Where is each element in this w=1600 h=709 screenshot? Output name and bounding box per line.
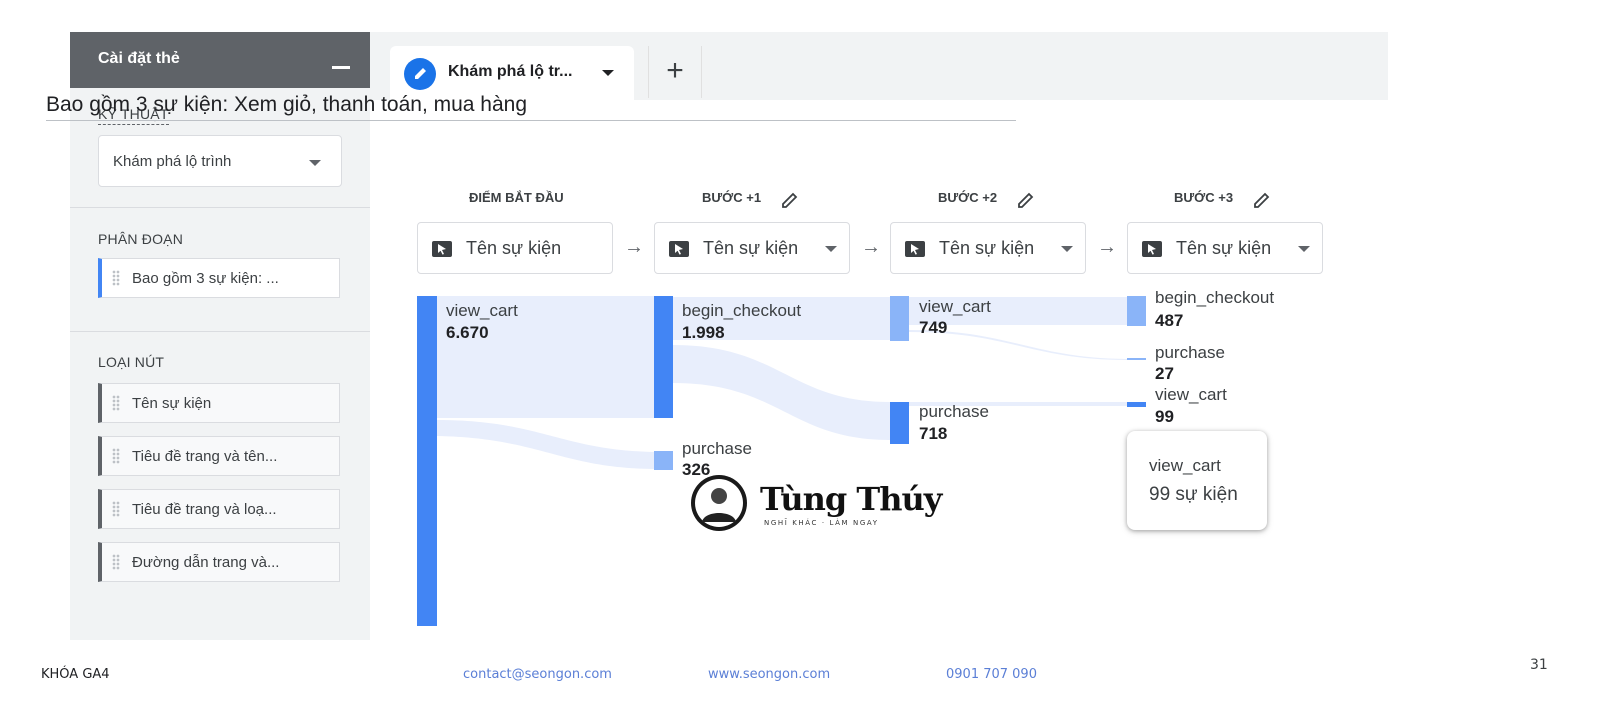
node-name: purchase: [919, 402, 989, 421]
footer-phone: 0901 707 090: [946, 667, 1037, 682]
tooltip-value: 99 sự kiện: [1149, 484, 1238, 505]
node-bar[interactable]: [1127, 358, 1146, 360]
path-flow-diagram: [417, 296, 1146, 626]
flow-band: [673, 345, 890, 440]
node-bar[interactable]: [417, 296, 437, 626]
node-value: 487: [1155, 311, 1184, 330]
node-bar[interactable]: [654, 296, 673, 418]
flow-band: [437, 420, 654, 469]
node-tooltip: view_cart 99 sự kiện: [1127, 431, 1267, 530]
node-bar[interactable]: [890, 296, 909, 341]
node-name: begin_checkout: [682, 301, 802, 320]
node-name: begin_checkout: [1155, 288, 1275, 307]
node-bar[interactable]: [1127, 296, 1146, 326]
node-value: 749: [919, 318, 948, 337]
node-value: 27: [1155, 364, 1174, 383]
logo-tagline: NGHĨ KHÁC · LÀM NGAY: [764, 519, 879, 527]
node-value: 99: [1155, 407, 1174, 426]
logo: Tùng Thúy: [760, 480, 942, 518]
node-bar[interactable]: [890, 402, 909, 444]
node-name: view_cart: [446, 301, 518, 320]
node-name: purchase: [682, 439, 752, 458]
node-name: view_cart: [1155, 385, 1227, 404]
node-value: 1.998: [682, 323, 725, 342]
footer-email[interactable]: contact@seongon.com: [463, 667, 612, 682]
tooltip-name: view_cart: [1149, 456, 1221, 475]
page-number: 31: [1530, 657, 1548, 673]
footer-website[interactable]: www.seongon.com: [708, 667, 830, 682]
node-name: purchase: [1155, 343, 1225, 362]
node-bar[interactable]: [1127, 402, 1146, 407]
footer-course: KHÓA GA4: [41, 667, 110, 682]
node-name: view_cart: [919, 297, 991, 316]
node-value: 6.670: [446, 323, 489, 342]
node-bar[interactable]: [654, 451, 673, 470]
node-value: 718: [919, 424, 948, 443]
logo-avatar-icon: [691, 475, 747, 531]
